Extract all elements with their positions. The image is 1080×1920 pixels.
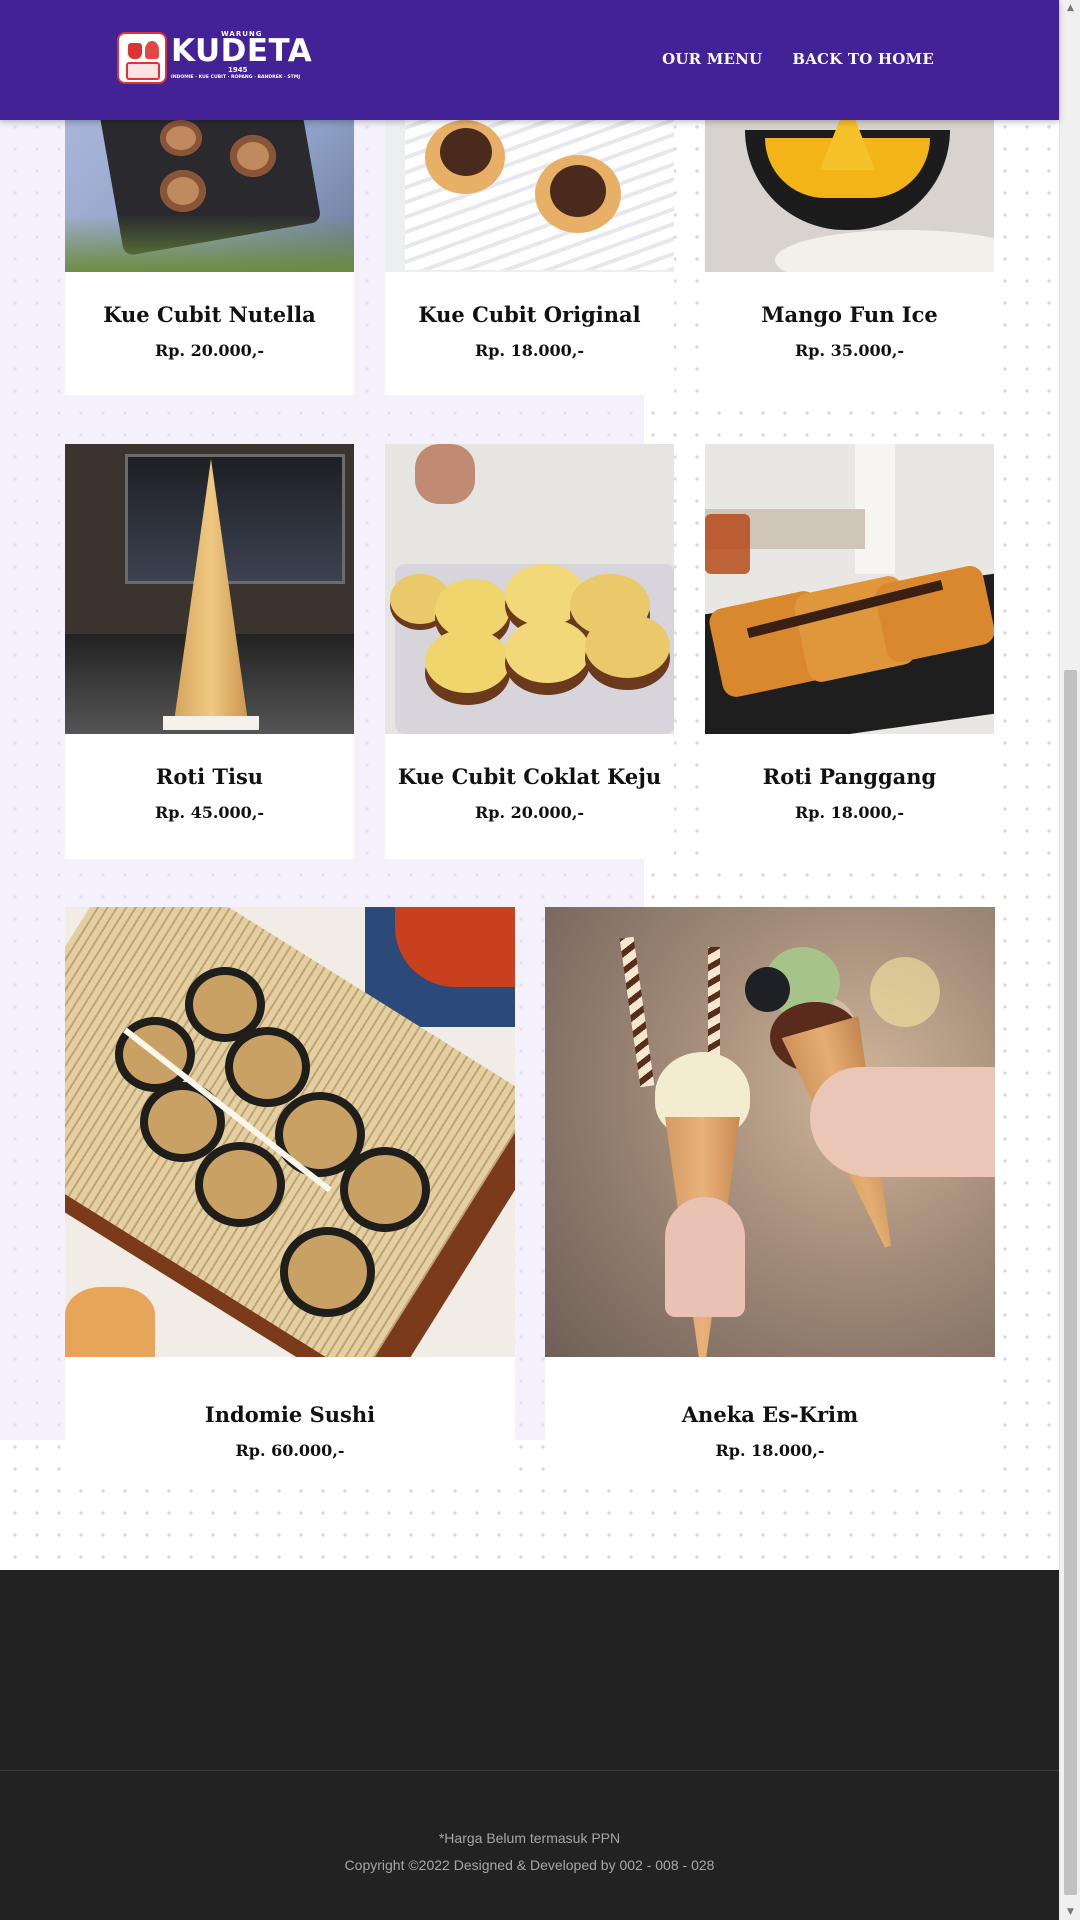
menu-item-name: Kue Cubit Coklat Keju (397, 764, 662, 789)
menu-card-kue-cubit-nutella[interactable]: Kue Cubit Nutella Rp. 20.000,- (65, 272, 354, 395)
nav-our-menu-link[interactable]: OUR MENU (662, 50, 762, 68)
menu-item-price: Rp. 18.000,- (474, 341, 585, 360)
scroll-down-arrow-icon[interactable]: ▼ (1060, 1904, 1080, 1920)
footer-upper (0, 1570, 1059, 1770)
menu-item-price: Rp. 20.000,- (474, 803, 585, 822)
kue-cubit-original-image (385, 120, 674, 272)
menu-item-price: Rp. 20.000,- (154, 341, 265, 360)
kue-cubit-nutella-image (65, 120, 354, 272)
site-header: WARUNG KUDETA 1945 INDOMIE · KUE CUBIT ·… (0, 0, 1059, 120)
footer-tax-note: *Harga Belum termasuk PPN (438, 1830, 621, 1846)
scrollbar-thumb[interactable] (1064, 670, 1077, 1895)
footer-bottom: *Harga Belum termasuk PPN Copyright ©202… (0, 1771, 1059, 1920)
aneka-es-krim-image (545, 907, 995, 1357)
menu-card-mango-fun-ice[interactable]: Mango Fun Ice Rp. 35.000,- (705, 272, 994, 395)
menu-card-kue-cubit-original[interactable]: Kue Cubit Original Rp. 18.000,- (385, 272, 674, 395)
roti-tisu-image (65, 444, 354, 734)
menu-card-roti-panggang[interactable]: Roti Panggang Rp. 18.000,- (705, 444, 994, 859)
roti-panggang-image (705, 444, 994, 734)
logo-icon (117, 32, 167, 84)
logo-tagline: INDOMIE · KUE CUBIT · ROPANG · BANDREK ·… (171, 75, 301, 80)
menu-item-name: Roti Tisu (155, 764, 264, 789)
scroll-up-arrow-icon[interactable]: ▲ (1060, 0, 1080, 16)
mango-fun-ice-image (705, 120, 994, 272)
logo-year: 1945 (228, 66, 248, 74)
menu-item-name: Kue Cubit Nutella (103, 302, 316, 327)
nav-back-home-link[interactable]: BACK TO HOME (792, 50, 934, 68)
logo-name: KUDETA (171, 33, 313, 69)
menu-card-aneka-es-krim[interactable]: Aneka Es-Krim Rp. 18.000,- (545, 907, 995, 1480)
menu-card-roti-tisu[interactable]: Roti Tisu Rp. 45.000,- (65, 444, 354, 859)
footer-copyright: Copyright ©2022 Designed & Developed by … (344, 1857, 715, 1873)
main-nav: OUR MENU BACK TO HOME (662, 50, 934, 68)
menu-item-name: Mango Fun Ice (761, 302, 938, 327)
menu-item-name: Indomie Sushi (204, 1402, 376, 1427)
menu-card-indomie-sushi[interactable]: Indomie Sushi Rp. 60.000,- (65, 907, 515, 1480)
menu-item-price: Rp. 35.000,- (794, 341, 905, 360)
logo[interactable]: WARUNG KUDETA 1945 INDOMIE · KUE CUBIT ·… (117, 30, 317, 86)
menu-item-price: Rp. 18.000,- (794, 803, 905, 822)
menu-item-name: Aneka Es-Krim (681, 1402, 859, 1427)
kue-cubit-coklat-keju-image (385, 444, 674, 734)
menu-item-price: Rp. 18.000,- (715, 1441, 825, 1460)
menu-item-price: Rp. 45.000,- (154, 803, 265, 822)
menu-item-name: Roti Panggang (762, 764, 937, 789)
indomie-sushi-image (65, 907, 515, 1357)
menu-card-kue-cubit-coklat-keju[interactable]: Kue Cubit Coklat Keju Rp. 20.000,- (385, 444, 674, 859)
menu-item-name: Kue Cubit Original (418, 302, 641, 327)
menu-item-price: Rp. 60.000,- (235, 1441, 345, 1460)
page-scrollbar[interactable]: ▲ ▼ (1059, 0, 1080, 1920)
